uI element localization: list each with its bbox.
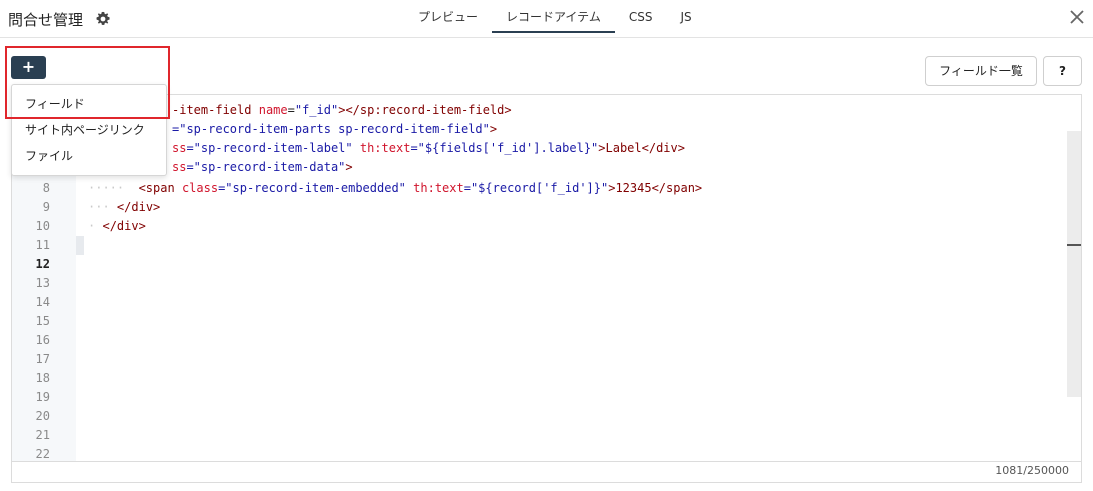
code-tag: <span: [138, 181, 175, 195]
line-number: 10: [35, 219, 50, 233]
code-line: · </div>: [88, 217, 146, 236]
indent-guide: ·: [88, 219, 96, 233]
gear-icon[interactable]: [95, 11, 111, 27]
menu-item-file[interactable]: ファイル: [12, 143, 166, 169]
line-number: 22: [35, 447, 50, 461]
line-number: 18: [35, 371, 50, 385]
vertical-scrollbar[interactable]: [1067, 131, 1081, 397]
line-number: 16: [35, 333, 50, 347]
scrollbar-marker: [1067, 244, 1081, 246]
code-attr: name: [258, 103, 288, 117]
tab-bar: プレビュー レコードアイテム CSS JS: [404, 0, 706, 38]
tab-js[interactable]: JS: [666, 0, 705, 33]
code-area[interactable]: -item-field name="f_id"></sp:record-item…: [76, 95, 1076, 461]
code-value: "f_id": [294, 103, 339, 117]
menu-item-site-page-link[interactable]: サイト内ページリンク: [12, 117, 166, 143]
code-line: ····· <span class="sp-record-item-embedd…: [88, 179, 702, 198]
character-counter: 1081/250000: [995, 464, 1069, 477]
line-number: 11: [35, 238, 50, 252]
code-value: ="sp-record-item-embedded": [218, 181, 406, 195]
line-number: 13: [35, 276, 50, 290]
indent-guide: ···: [88, 200, 110, 214]
line-number: 15: [35, 314, 50, 328]
text-cursor: [76, 236, 84, 255]
close-icon[interactable]: [1070, 10, 1084, 24]
code-line: -item-field name="f_id"></sp:record-item…: [172, 103, 512, 117]
code-value: ="sp-record-item-data": [186, 160, 346, 174]
code-line: ss="sp-record-item-label" th:text="${fie…: [172, 139, 685, 158]
line-number: 17: [35, 352, 50, 366]
code-tag: -item-field: [172, 103, 252, 117]
code-tag: >Label</div>: [598, 141, 685, 155]
code-line: ="sp-record-item-parts sp-record-item-fi…: [172, 120, 497, 139]
code-value: ="${fields['f_id'].label}": [410, 141, 599, 155]
code-tag: ></sp:record-item-field>: [338, 103, 512, 117]
code-tag: </div>: [102, 219, 146, 233]
line-number: 14: [35, 295, 50, 309]
code-attr: th:text: [413, 181, 464, 195]
indent-guide: ·····: [88, 181, 125, 195]
highlight-box: [5, 46, 170, 119]
code-tag: >: [489, 122, 498, 136]
code-attr: ss: [172, 141, 187, 155]
tab-record-item[interactable]: レコードアイテム: [492, 0, 615, 33]
line-number: 20: [35, 409, 50, 423]
help-button[interactable]: ?: [1043, 56, 1082, 86]
code-value: ="sp-record-item-parts sp-record-item-fi…: [172, 122, 490, 136]
code-attr: ss: [172, 160, 187, 174]
field-list-button[interactable]: フィールド一覧: [925, 56, 1037, 86]
line-number: 21: [35, 428, 50, 442]
code-attr: class: [181, 181, 219, 195]
header-bar: 問合せ管理 プレビュー レコードアイテム CSS JS: [0, 0, 1093, 38]
code-tag: </div>: [116, 200, 161, 214]
editor-footer: 1081/250000: [11, 461, 1082, 483]
tab-css[interactable]: CSS: [615, 0, 667, 33]
code-tag: >: [345, 160, 353, 174]
code-value: ="${record['f_id']}": [463, 181, 609, 195]
tab-preview[interactable]: プレビュー: [404, 0, 492, 33]
line-number-current: 12: [35, 257, 50, 271]
line-number: 9: [42, 200, 50, 214]
code-editor[interactable]: 8 9 10 11 12 13 14 15 16 17 18 19 20 21 …: [11, 94, 1082, 462]
code-attr: th:text: [359, 141, 411, 155]
page-title: 問合せ管理: [8, 11, 84, 29]
code-tag: >12345</span>: [608, 181, 703, 195]
code-line: ··· </div>: [88, 198, 160, 217]
line-number: 19: [35, 390, 50, 404]
code-line: ss="sp-record-item-data">: [172, 158, 353, 177]
code-value: ="sp-record-item-label": [186, 141, 353, 155]
line-number: 8: [42, 181, 50, 195]
